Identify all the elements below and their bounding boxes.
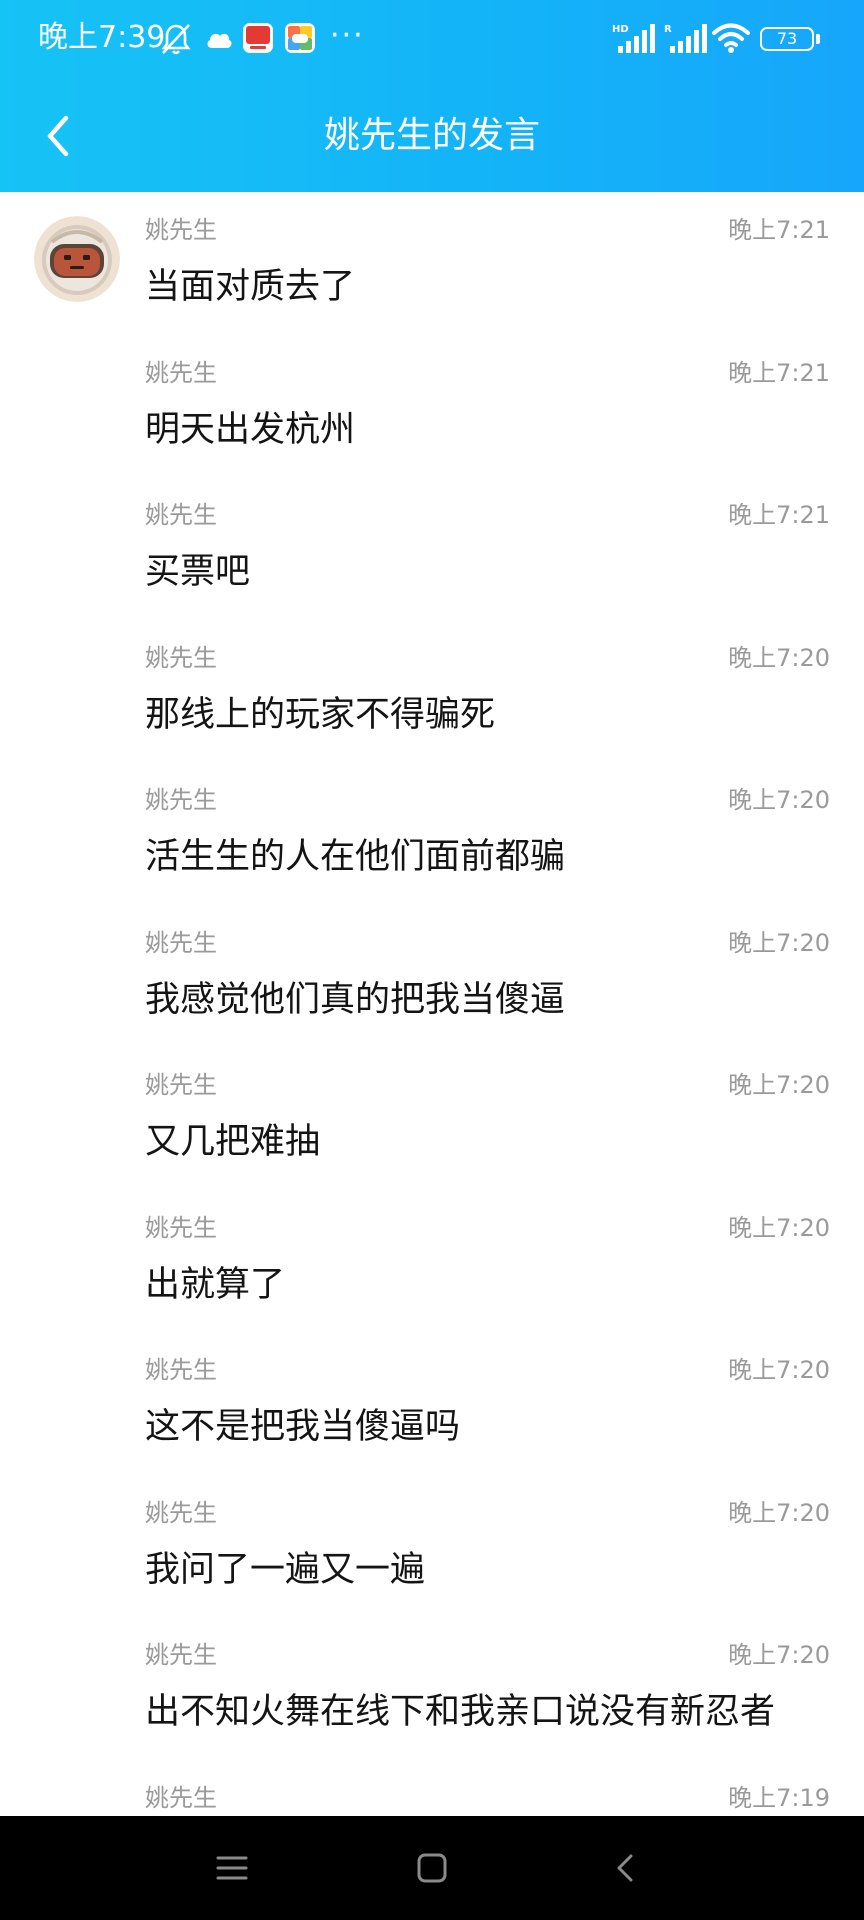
message-item[interactable]: 姚先生 晚上7:20 我问了一遍又一遍 bbox=[0, 1475, 864, 1618]
avatar[interactable] bbox=[34, 216, 120, 302]
message-time: 晚上7:20 bbox=[728, 1498, 830, 1527]
sender-name: 姚先生 bbox=[145, 1783, 217, 1812]
message-time: 晚上7:21 bbox=[728, 216, 830, 244]
signal-roaming-label: R bbox=[664, 24, 672, 35]
app-header: 晚上7:39 ··· HD R 73 姚先生的发言 bbox=[0, 0, 864, 192]
message-text[interactable]: 出就算了 bbox=[145, 1262, 285, 1308]
back-triangle-icon[interactable] bbox=[604, 1846, 648, 1890]
sender-name: 姚先生 bbox=[145, 1356, 217, 1384]
message-time: 晚上7:20 bbox=[728, 1641, 830, 1669]
menu-icon[interactable] bbox=[210, 1846, 254, 1890]
news-app-icon bbox=[243, 23, 273, 53]
message-text[interactable]: 那线上的玩家不得骗死 bbox=[145, 692, 495, 738]
message-item[interactable]: 姚先生 晚上7:19 bbox=[0, 1760, 864, 1817]
sender-name: 姚先生 bbox=[145, 1498, 217, 1527]
signal-hd-label: HD bbox=[612, 24, 629, 35]
message-text[interactable]: 又几把难抽 bbox=[145, 1119, 320, 1165]
astronaut-avatar-icon bbox=[34, 216, 120, 302]
message-time: 晚上7:20 bbox=[728, 1356, 830, 1384]
wifi-icon bbox=[712, 23, 750, 53]
sender-name: 姚先生 bbox=[145, 1641, 217, 1669]
more-notifications: ··· bbox=[330, 18, 365, 53]
message-item[interactable]: 姚先生 晚上7:20 活生生的人在他们面前都骗 bbox=[0, 762, 864, 905]
sender-name: 姚先生 bbox=[145, 501, 217, 529]
sender-name: 姚先生 bbox=[145, 358, 217, 387]
message-text[interactable]: 买票吧 bbox=[145, 549, 250, 595]
message-text[interactable]: 出不知火舞在线下和我亲口说没有新忍者 bbox=[145, 1689, 775, 1735]
message-item[interactable]: 姚先生 晚上7:20 这不是把我当傻逼吗 bbox=[0, 1332, 864, 1475]
battery-tip bbox=[816, 34, 820, 44]
message-time: 晚上7:19 bbox=[728, 1783, 830, 1812]
sender-name: 姚先生 bbox=[145, 1071, 217, 1099]
message-list[interactable]: 姚先生 晚上7:21 当面对质去了 姚先生 晚上7:21 明天出发杭州 姚先生 … bbox=[0, 192, 864, 1816]
page-title: 姚先生的发言 bbox=[323, 115, 540, 156]
sender-name: 姚先生 bbox=[145, 1213, 217, 1242]
sender-name: 姚先生 bbox=[145, 643, 217, 672]
message-text[interactable]: 明天出发杭州 bbox=[145, 407, 355, 453]
message-item[interactable]: 姚先生 晚上7:20 我感觉他们真的把我当傻逼 bbox=[0, 905, 864, 1048]
message-text[interactable]: 这不是把我当傻逼吗 bbox=[145, 1404, 460, 1450]
message-time: 晚上7:20 bbox=[728, 1213, 830, 1242]
message-item[interactable]: 姚先生 晚上7:20 出不知火舞在线下和我亲口说没有新忍者 bbox=[0, 1617, 864, 1760]
message-item[interactable]: 姚先生 晚上7:21 当面对质去了 bbox=[0, 192, 864, 335]
message-item[interactable]: 姚先生 晚上7:21 明天出发杭州 bbox=[0, 335, 864, 478]
message-time: 晚上7:20 bbox=[728, 786, 830, 814]
message-text[interactable]: 我问了一遍又一遍 bbox=[145, 1547, 425, 1593]
sender-name: 姚先生 bbox=[145, 216, 217, 244]
message-text[interactable]: 当面对质去了 bbox=[145, 264, 355, 310]
status-bar: 晚上7:39 ··· HD R 73 bbox=[0, 0, 864, 78]
status-time: 晚上7:39 bbox=[38, 20, 166, 55]
message-item[interactable]: 姚先生 晚上7:20 那线上的玩家不得骗死 bbox=[0, 620, 864, 763]
game-app-icon bbox=[285, 23, 315, 53]
home-icon[interactable] bbox=[410, 1846, 454, 1890]
message-time: 晚上7:21 bbox=[728, 358, 830, 387]
message-time: 晚上7:20 bbox=[728, 643, 830, 672]
system-navigation-bar bbox=[0, 1816, 864, 1920]
sender-name: 姚先生 bbox=[145, 786, 217, 814]
message-time: 晚上7:21 bbox=[728, 501, 830, 529]
mute-bell-icon bbox=[161, 24, 191, 55]
signal-roaming-icon: R bbox=[664, 24, 707, 53]
message-text[interactable]: 我感觉他们真的把我当傻逼 bbox=[145, 977, 565, 1023]
message-item[interactable]: 姚先生 晚上7:20 出就算了 bbox=[0, 1190, 864, 1333]
battery-level: 73 bbox=[760, 27, 814, 51]
signal-hd-icon: HD bbox=[612, 24, 655, 53]
message-item[interactable]: 姚先生 晚上7:20 又几把难抽 bbox=[0, 1047, 864, 1190]
cloud-icon bbox=[207, 33, 232, 48]
message-item[interactable]: 姚先生 晚上7:21 买票吧 bbox=[0, 477, 864, 620]
message-time: 晚上7:20 bbox=[728, 1071, 830, 1099]
message-text[interactable]: 活生生的人在他们面前都骗 bbox=[145, 834, 565, 880]
sender-name: 姚先生 bbox=[145, 928, 217, 957]
message-time: 晚上7:20 bbox=[728, 928, 830, 957]
